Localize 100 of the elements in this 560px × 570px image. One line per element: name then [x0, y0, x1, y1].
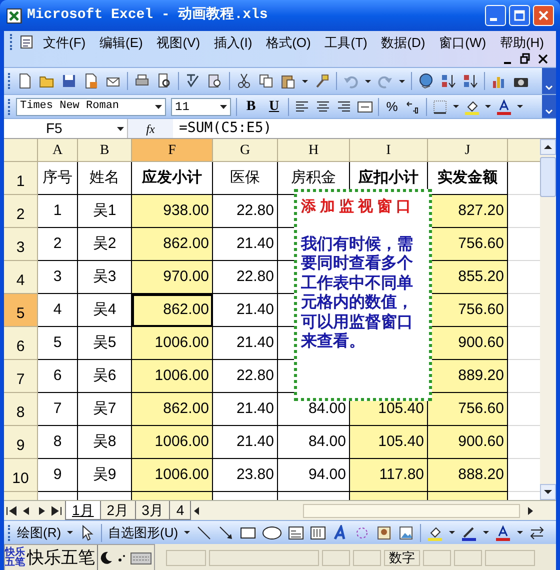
fill-color-icon[interactable] — [464, 98, 480, 114]
row-header[interactable]: 6 — [4, 327, 38, 360]
caret-icon[interactable] — [67, 531, 74, 534]
row-header[interactable]: 3 — [4, 228, 38, 261]
column-header[interactable]: A — [38, 139, 78, 162]
row-header[interactable]: 7 — [4, 360, 38, 393]
sheet-tab[interactable]: 2月 — [100, 501, 136, 520]
insert-function-button[interactable]: fx — [128, 119, 173, 138]
row-header[interactable]: 8 — [4, 393, 38, 426]
caret-icon[interactable] — [365, 80, 371, 82]
caret-icon[interactable] — [517, 531, 524, 534]
column-header[interactable]: J — [428, 139, 508, 162]
research-icon[interactable] — [207, 73, 223, 89]
fill-color-icon[interactable] — [427, 524, 444, 540]
column-header[interactable]: G — [213, 139, 278, 162]
align-center-icon[interactable] — [315, 98, 331, 114]
caret-icon[interactable] — [449, 531, 456, 534]
last-sheet-icon[interactable] — [49, 504, 64, 518]
autoshapes-menu-button[interactable]: 自选图形(U) — [108, 522, 178, 542]
first-sheet-icon[interactable] — [4, 504, 19, 518]
moon-icon[interactable] — [98, 550, 114, 566]
menu-item[interactable]: 文件(F) — [41, 34, 88, 52]
restore-icon[interactable] — [520, 53, 530, 65]
caret-icon[interactable] — [184, 531, 190, 534]
scroll-up-button[interactable] — [540, 139, 556, 155]
keyboard-icon[interactable] — [130, 550, 152, 566]
menu-item[interactable]: 插入(I) — [212, 34, 254, 52]
print-preview-icon[interactable] — [156, 73, 172, 89]
arrow-icon[interactable] — [218, 524, 234, 540]
copy-icon[interactable] — [258, 73, 274, 89]
font-color-icon[interactable] — [496, 98, 512, 114]
save-icon[interactable] — [61, 73, 77, 89]
toolbar-options-button[interactable] — [542, 68, 556, 94]
bold-button[interactable]: B — [242, 98, 260, 116]
row-header[interactable]: 10 — [4, 459, 38, 492]
sort-ascending-icon[interactable] — [440, 73, 456, 89]
row-header[interactable]: 4 — [4, 261, 38, 294]
scroll-thumb[interactable] — [540, 157, 556, 197]
align-right-icon[interactable] — [336, 98, 352, 114]
draw-menu-button[interactable]: 绘图(R) — [17, 522, 62, 542]
workbook-icon[interactable] — [19, 34, 35, 50]
oval-icon[interactable] — [262, 524, 282, 540]
close-icon[interactable] — [538, 53, 548, 65]
minimize-icon[interactable] — [504, 62, 510, 64]
font-size-field[interactable]: 11 — [171, 98, 231, 116]
paste-icon[interactable] — [280, 73, 296, 89]
scroll-down-button[interactable] — [540, 484, 556, 500]
menu-item[interactable]: 编辑(E) — [97, 34, 145, 52]
caret-icon[interactable] — [485, 105, 491, 108]
column-header[interactable]: F — [132, 139, 213, 162]
decrease-decimal-icon[interactable] — [405, 98, 421, 114]
sheet-tab[interactable]: 4 — [169, 501, 192, 520]
sheet-tab[interactable]: 3月 — [134, 501, 170, 520]
row-header[interactable]: 2 — [4, 195, 38, 228]
caret-icon[interactable] — [517, 105, 523, 108]
diagram-icon[interactable] — [354, 524, 370, 540]
column-header[interactable]: I — [350, 139, 428, 162]
vertical-text-box-icon[interactable] — [310, 524, 326, 540]
borders-icon[interactable] — [432, 98, 448, 114]
horizontal-scrollbar[interactable] — [303, 504, 520, 518]
font-field[interactable]: Times New Roman — [16, 98, 166, 116]
line-color-icon[interactable] — [461, 524, 478, 540]
spelling-icon[interactable] — [185, 73, 201, 89]
clip-art-icon[interactable] — [376, 524, 392, 540]
menu-item[interactable]: 窗口(W) — [437, 34, 488, 52]
align-left-icon[interactable] — [294, 98, 310, 114]
caret-icon[interactable] — [302, 80, 308, 82]
minimize-button[interactable] — [485, 5, 506, 26]
menu-item[interactable]: 帮助(H) — [498, 34, 546, 52]
scissors-icon[interactable] — [236, 73, 252, 89]
font-color-icon[interactable] — [495, 524, 512, 540]
percent-button[interactable]: % — [384, 98, 400, 116]
new-document-icon[interactable] — [17, 73, 33, 89]
maximize-button[interactable] — [509, 5, 530, 26]
text-box-icon[interactable] — [288, 524, 304, 540]
permission-icon[interactable] — [83, 73, 99, 89]
merge-center-icon[interactable] — [357, 98, 373, 114]
menu-item[interactable]: 数据(D) — [379, 34, 428, 52]
caret-icon[interactable] — [483, 531, 490, 534]
vertical-scrollbar[interactable] — [540, 139, 556, 500]
column-header[interactable]: H — [278, 139, 350, 162]
row-header[interactable]: 5 — [4, 294, 38, 327]
sheet-tab[interactable]: 1月 — [65, 501, 101, 520]
rectangle-icon[interactable] — [240, 524, 256, 540]
column-header[interactable]: B — [78, 139, 132, 162]
row-header[interactable]: 9 — [4, 426, 38, 459]
globe-icon[interactable] — [418, 73, 434, 89]
caret-icon[interactable] — [453, 105, 459, 108]
row-header[interactable]: 1 — [4, 162, 38, 195]
picture-icon[interactable] — [398, 524, 414, 540]
close-button[interactable] — [533, 5, 554, 26]
swap-arrows-icon[interactable] — [529, 524, 546, 540]
underline-button[interactable]: U — [265, 98, 283, 116]
menu-item[interactable]: 格式(O) — [264, 34, 313, 52]
toolbar-options-button[interactable] — [542, 95, 556, 118]
sort-descending-icon[interactable] — [462, 73, 478, 89]
menu-item[interactable]: 工具(T) — [322, 34, 370, 52]
format-painter-icon[interactable] — [314, 73, 330, 89]
menu-item[interactable]: 视图(V) — [154, 34, 202, 52]
caret-icon[interactable] — [399, 80, 405, 82]
